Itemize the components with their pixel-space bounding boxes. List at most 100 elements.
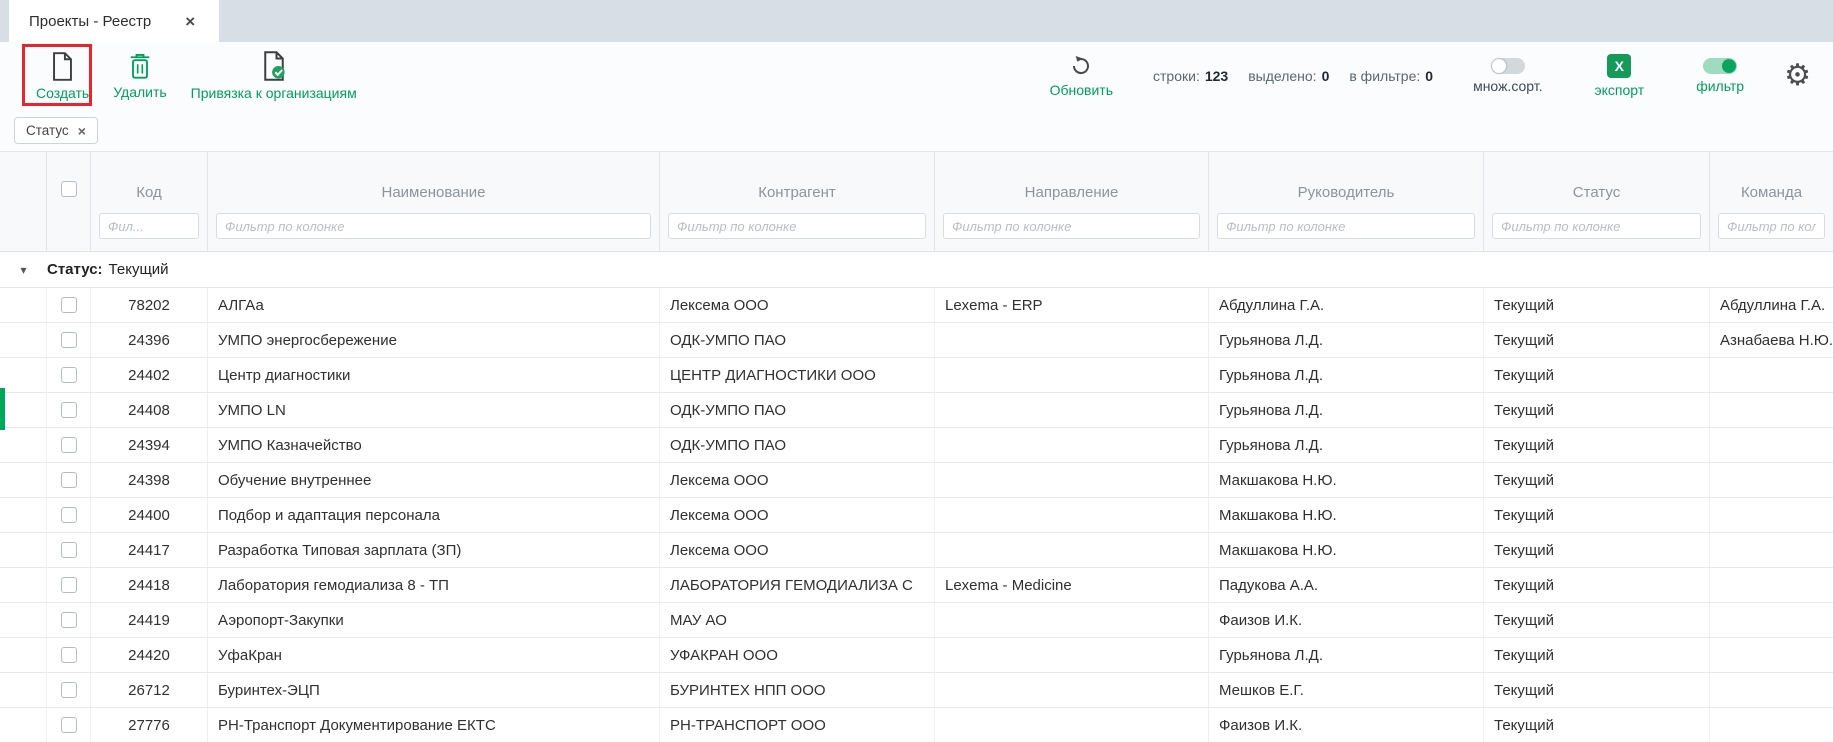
column-header-name[interactable]: Наименование — [208, 152, 660, 251]
row-checkbox[interactable] — [61, 542, 77, 558]
row-checkbox[interactable] — [61, 682, 77, 698]
export-button[interactable]: X экспорт — [1583, 45, 1657, 107]
link-organizations-label: Привязка к организациям — [191, 85, 357, 101]
row-checkbox[interactable] — [61, 717, 77, 733]
table-row[interactable]: 24418 Лаборатория гемодиализа 8 - ТП ЛАБ… — [0, 568, 1833, 603]
cell-name: УМПО Казначейство — [208, 428, 660, 462]
create-button-label: Создать — [36, 85, 89, 101]
table-row[interactable]: 78202 АЛГАа Лексема ООО Lexema - ERP Абд… — [0, 288, 1833, 323]
cell-expand — [0, 673, 47, 707]
filter-chip-status[interactable]: Статус × — [14, 117, 98, 144]
table-row[interactable]: 24396 УМПО энергосбережение ОДК-УМПО ПАО… — [0, 323, 1833, 358]
cell-status: Текущий — [1484, 533, 1710, 567]
table-body: ▾ Статус:Текущий 78202 АЛГАа Лексема ООО… — [0, 252, 1833, 742]
cell-status: Текущий — [1484, 323, 1710, 357]
cell-name: Разработка Типовая зарплата (ЗП) — [208, 533, 660, 567]
cell-code: 24396 — [91, 323, 208, 357]
column-header-code[interactable]: Код — [91, 152, 208, 251]
row-checkbox[interactable] — [61, 577, 77, 593]
table-row[interactable]: 24398 Обучение внутреннее Лексема ООО Ма… — [0, 463, 1833, 498]
cell-team — [1710, 708, 1833, 742]
row-checkbox[interactable] — [61, 647, 77, 663]
cell-expand — [0, 603, 47, 637]
cell-expand — [0, 498, 47, 532]
table-row[interactable]: 24400 Подбор и адаптация персонала Лексе… — [0, 498, 1833, 533]
group-row-status[interactable]: ▾ Статус:Текущий — [0, 252, 1833, 288]
collapse-triangle-icon[interactable]: ▾ — [0, 263, 47, 277]
table-row[interactable]: 24408 УМПО LN ОДК-УМПО ПАО Гурьянова Л.Д… — [0, 393, 1833, 428]
group-row-value: Текущий — [109, 261, 169, 278]
row-checkbox[interactable] — [61, 472, 77, 488]
cell-code: 24420 — [91, 638, 208, 672]
column-header-team[interactable]: Команда — [1710, 152, 1833, 251]
group-row-text: Статус:Текущий — [47, 261, 169, 278]
table-row[interactable]: 24420 УфаКран УФАКРАН ООО Гурьянова Л.Д.… — [0, 638, 1833, 673]
cell-direction — [935, 673, 1209, 707]
row-checkbox[interactable] — [61, 367, 77, 383]
column-header-counterparty[interactable]: Контрагент — [660, 152, 935, 251]
row-checkbox[interactable] — [61, 332, 77, 348]
cell-manager: Гурьянова Л.Д. — [1209, 323, 1484, 357]
table-row[interactable]: 27776 РН-Транспорт Документирование ЕКТС… — [0, 708, 1833, 742]
cell-status: Текущий — [1484, 498, 1710, 532]
row-checkbox[interactable] — [61, 297, 77, 313]
table-row[interactable]: 24419 Аэропорт-Закупки МАУ АО Фаизов И.К… — [0, 603, 1833, 638]
filter-toggle-button[interactable]: фильтр — [1684, 45, 1756, 107]
filter-toggle-icon[interactable] — [1703, 58, 1737, 74]
cell-name: УМПО энергосбережение — [208, 323, 660, 357]
column-filter-input-name[interactable] — [216, 213, 651, 239]
cell-manager: Мешков Е.Г. — [1209, 673, 1484, 707]
column-filter-input-code[interactable] — [99, 213, 199, 239]
cell-manager: Макшакова Н.Ю. — [1209, 463, 1484, 497]
select-all-checkbox[interactable] — [61, 181, 77, 197]
cell-team — [1710, 358, 1833, 392]
filter-chip-row: Статус × — [0, 110, 1833, 152]
in-filter-counter-value: 0 — [1425, 68, 1433, 84]
cell-expand — [0, 638, 47, 672]
cell-counterparty: ЛАБОРАТОРИЯ ГЕМОДИАЛИЗА С — [660, 568, 935, 602]
cell-expand — [0, 288, 47, 322]
row-checkbox[interactable] — [61, 507, 77, 523]
column-filter-input-team[interactable] — [1718, 213, 1825, 239]
cell-manager: Падукова А.А. — [1209, 568, 1484, 602]
cell-expand — [0, 568, 47, 602]
delete-button[interactable]: Удалить — [101, 45, 178, 107]
settings-gear-icon[interactable]: ⚙ — [1784, 61, 1811, 91]
cell-select — [47, 673, 91, 707]
row-checkbox[interactable] — [61, 437, 77, 453]
filter-chip-close-icon[interactable]: × — [78, 124, 86, 138]
cell-name: АЛГАа — [208, 288, 660, 322]
column-filter-input-direction[interactable] — [943, 213, 1200, 239]
refresh-button-label: Обновить — [1050, 82, 1113, 98]
cell-name: Обучение внутреннее — [208, 463, 660, 497]
link-organizations-button[interactable]: Привязка к организациям — [179, 45, 369, 107]
create-button[interactable]: Создать — [24, 45, 101, 107]
cell-team — [1710, 673, 1833, 707]
row-checkbox[interactable] — [61, 402, 77, 418]
column-label-manager: Руководитель — [1209, 152, 1483, 211]
cell-expand — [0, 428, 47, 462]
column-filter-input-counterparty[interactable] — [668, 213, 926, 239]
table-row[interactable]: 24417 Разработка Типовая зарплата (ЗП) Л… — [0, 533, 1833, 568]
multi-sort-toggle-button[interactable]: множ.сорт. — [1461, 45, 1554, 107]
multi-sort-toggle-icon[interactable] — [1491, 58, 1525, 74]
row-checkbox[interactable] — [61, 612, 77, 628]
cell-team — [1710, 393, 1833, 427]
refresh-button[interactable]: Обновить — [1038, 45, 1125, 107]
export-button-label: экспорт — [1595, 82, 1645, 98]
cell-counterparty: Лексема ООО — [660, 463, 935, 497]
tab-title: Проекты - Реестр — [29, 13, 151, 30]
tab-close-icon[interactable]: × — [185, 13, 195, 30]
column-header-status[interactable]: Статус — [1484, 152, 1710, 251]
column-header-manager[interactable]: Руководитель — [1209, 152, 1484, 251]
cell-counterparty: ЦЕНТР ДИАГНОСТИКИ ООО — [660, 358, 935, 392]
cell-code: 24408 — [91, 393, 208, 427]
table-row[interactable]: 24402 Центр диагностики ЦЕНТР ДИАГНОСТИК… — [0, 358, 1833, 393]
column-header-direction[interactable]: Направление — [935, 152, 1209, 251]
table-row[interactable]: 26712 Буринтех-ЭЦП БУРИНТЕХ НПП ООО Мешк… — [0, 673, 1833, 708]
cell-status: Текущий — [1484, 358, 1710, 392]
column-filter-input-manager[interactable] — [1217, 213, 1475, 239]
table-row[interactable]: 24394 УМПО Казначейство ОДК-УМПО ПАО Гур… — [0, 428, 1833, 463]
column-filter-input-status[interactable] — [1492, 213, 1701, 239]
tab-projects-registry[interactable]: Проекты - Реестр × — [9, 0, 219, 42]
